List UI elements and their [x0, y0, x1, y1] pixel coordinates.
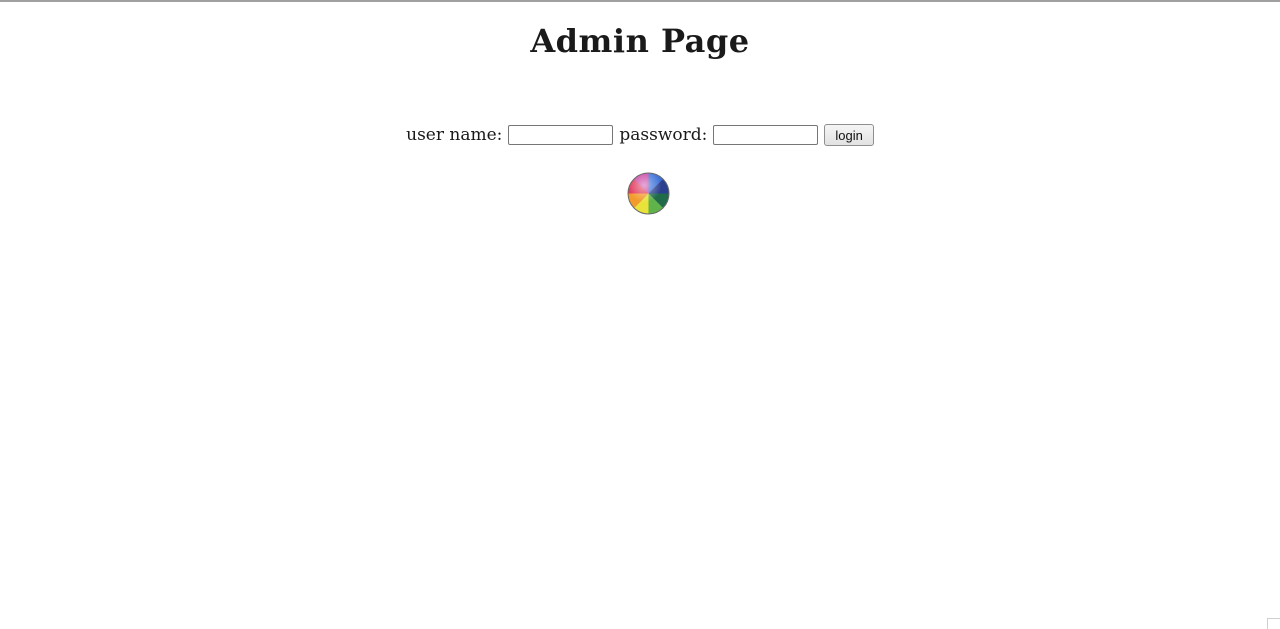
login-form: user name: password: login [0, 124, 1280, 146]
password-label: password: [619, 125, 708, 145]
username-input[interactable] [508, 125, 614, 145]
loading-spinner-icon [627, 172, 670, 215]
page-title: Admin Page [530, 22, 750, 60]
resize-grip-icon[interactable] [1267, 618, 1280, 629]
password-input[interactable] [713, 125, 819, 145]
login-button[interactable]: login [824, 124, 874, 146]
top-border [0, 0, 1280, 3]
username-label: user name: [406, 125, 503, 145]
